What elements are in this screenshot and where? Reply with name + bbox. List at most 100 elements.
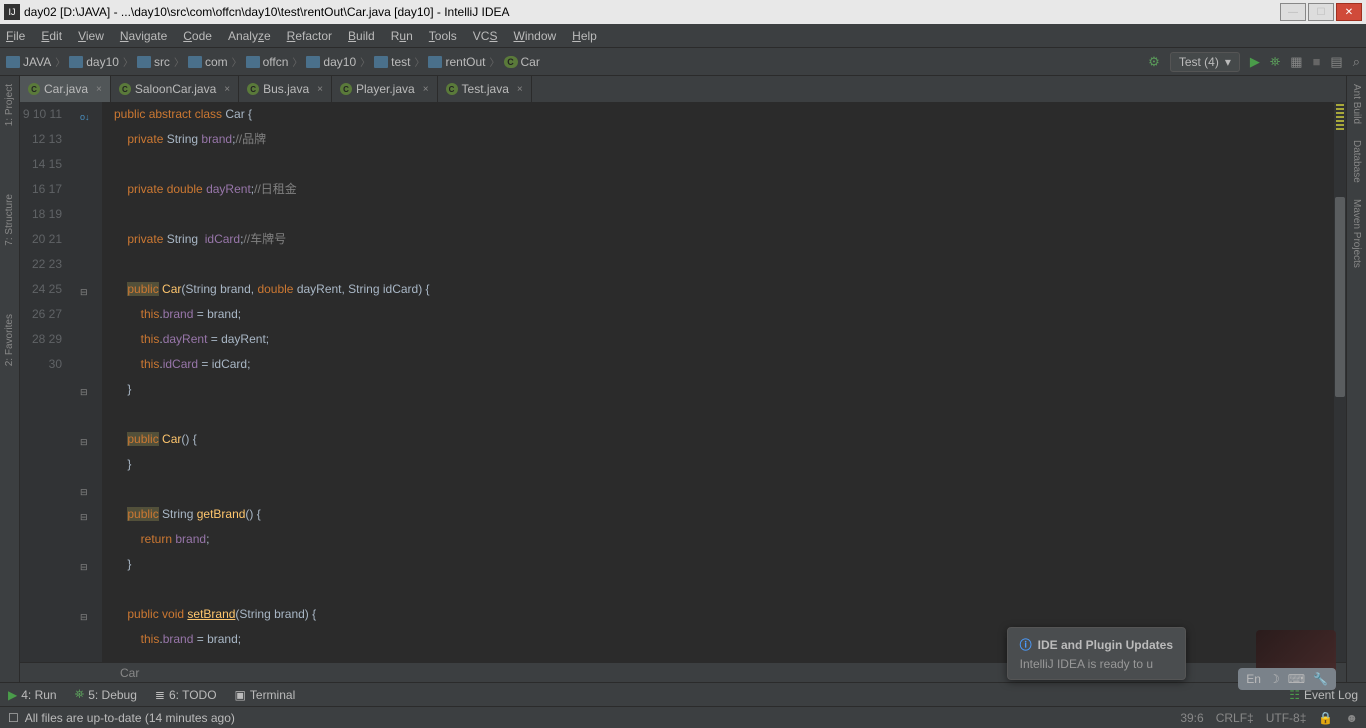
- tool-project[interactable]: 1: Project: [2, 80, 17, 130]
- ime-moon-icon[interactable]: ☽: [1269, 672, 1280, 686]
- menu-window[interactable]: Window: [513, 29, 556, 43]
- fold-icon[interactable]: ⊟: [80, 380, 88, 405]
- left-tool-stripe: 1: Project 7: Structure 2: Favorites: [0, 76, 20, 682]
- fold-icon[interactable]: ⊟: [80, 605, 88, 630]
- tool-ant[interactable]: Ant Build: [1349, 80, 1364, 128]
- status-icon[interactable]: ☐: [8, 711, 19, 725]
- titlebar: IJ day02 [D:\JAVA] - ...\day10\src\com\o…: [0, 0, 1366, 24]
- inspector-icon[interactable]: ☻: [1345, 711, 1358, 725]
- menu-help[interactable]: Help: [572, 29, 597, 43]
- ime-lang[interactable]: En: [1246, 672, 1261, 686]
- fold-icon[interactable]: ⊟: [80, 480, 88, 505]
- bottom-debug[interactable]: ⛯5: Debug: [75, 687, 137, 702]
- bottom-terminal[interactable]: ▣Terminal: [235, 688, 296, 702]
- close-icon[interactable]: ×: [423, 84, 429, 95]
- ime-wrench-icon[interactable]: 🔧: [1313, 672, 1328, 686]
- code-content[interactable]: public abstract class Car { private Stri…: [102, 102, 1334, 662]
- bc-offcn[interactable]: offcn: [246, 55, 289, 69]
- tab-player[interactable]: CPlayer.java×: [332, 76, 438, 102]
- close-icon[interactable]: ×: [224, 84, 230, 95]
- override-icon[interactable]: o↓: [80, 105, 90, 130]
- ime-keyboard-icon[interactable]: ⌨: [1288, 672, 1305, 686]
- close-icon[interactable]: ×: [317, 84, 323, 95]
- tab-bus[interactable]: CBus.java×: [239, 76, 332, 102]
- fold-icon[interactable]: ⊟: [80, 555, 88, 580]
- file-encoding[interactable]: UTF-8‡: [1266, 711, 1307, 725]
- menu-vcs[interactable]: VCS: [473, 29, 498, 43]
- folder-icon: [137, 56, 151, 68]
- bottom-run[interactable]: ▶4: Run: [8, 688, 57, 702]
- bc-rentout[interactable]: rentOut: [428, 55, 485, 69]
- tool-maven[interactable]: Maven Projects: [1349, 195, 1364, 272]
- class-icon: C: [119, 83, 131, 95]
- tool-database[interactable]: Database: [1349, 136, 1364, 187]
- status-right: 39:6 CRLF‡ UTF-8‡ 🔒 ☻: [1180, 711, 1358, 725]
- menu-view[interactable]: View: [78, 29, 104, 43]
- menu-run[interactable]: Run: [391, 29, 413, 43]
- build-icon[interactable]: ⚙: [1148, 54, 1160, 70]
- project-structure-icon[interactable]: ▤: [1330, 54, 1342, 70]
- chevron-down-icon: ▾: [1225, 55, 1231, 69]
- search-icon[interactable]: ⌕: [1353, 54, 1360, 70]
- menu-edit[interactable]: Edit: [41, 29, 62, 43]
- app-icon: IJ: [4, 4, 20, 20]
- fold-icon[interactable]: ⊟: [80, 430, 88, 455]
- menu-navigate[interactable]: Navigate: [120, 29, 167, 43]
- menu-file[interactable]: File: [6, 29, 25, 43]
- run-button[interactable]: ▶: [1250, 54, 1260, 70]
- play-icon: ▶: [8, 688, 17, 702]
- editor-body[interactable]: 9 10 11 12 13 14 15 16 17 18 19 20 21 22…: [20, 102, 1346, 662]
- bc-test[interactable]: test: [374, 55, 410, 69]
- debug-button[interactable]: ⛯: [1270, 54, 1280, 70]
- editor-area: CCar.java× CSaloonCar.java× CBus.java× C…: [20, 76, 1346, 682]
- status-left: ☐ All files are up-to-date (14 minutes a…: [8, 711, 1180, 725]
- editor-tabs: CCar.java× CSaloonCar.java× CBus.java× C…: [20, 76, 1346, 102]
- folder-icon: [6, 56, 20, 68]
- line-separator[interactable]: CRLF‡: [1216, 711, 1254, 725]
- update-notification[interactable]: ⓘIDE and Plugin Updates IntelliJ IDEA is…: [1007, 627, 1186, 680]
- tool-favorites[interactable]: 2: Favorites: [2, 310, 17, 370]
- tab-car[interactable]: CCar.java×: [20, 76, 111, 102]
- bc-src[interactable]: src: [137, 55, 170, 69]
- window-controls: — ☐ ✕: [1278, 3, 1362, 21]
- fold-gutter[interactable]: o↓ ⊟ ⊟ ⊟ ⊟ ⊟ ⊟ ⊟: [72, 102, 102, 662]
- bc-java[interactable]: JAVA: [6, 55, 51, 69]
- caret-position[interactable]: 39:6: [1180, 711, 1203, 725]
- run-config-selector[interactable]: Test (4) ▾: [1170, 52, 1240, 72]
- close-icon[interactable]: ×: [517, 84, 523, 95]
- scrollbar-thumb[interactable]: [1335, 197, 1345, 397]
- bc-day10b[interactable]: day10: [306, 55, 356, 69]
- bc-com[interactable]: com: [188, 55, 228, 69]
- close-button[interactable]: ✕: [1336, 3, 1362, 21]
- navbar: JAVA〉 day10〉 src〉 com〉 offcn〉 day10〉 tes…: [0, 48, 1366, 76]
- menu-tools[interactable]: Tools: [429, 29, 457, 43]
- class-icon: C: [247, 83, 259, 95]
- menu-refactor[interactable]: Refactor: [287, 29, 332, 43]
- ime-toolbar[interactable]: En ☽ ⌨ 🔧: [1238, 668, 1336, 690]
- bc-day10[interactable]: day10: [69, 55, 119, 69]
- tab-salooncar[interactable]: CSaloonCar.java×: [111, 76, 239, 102]
- menu-analyze[interactable]: Analyze: [228, 29, 271, 43]
- coverage-button[interactable]: ▦: [1290, 54, 1302, 70]
- bc-car[interactable]: CCar: [504, 55, 540, 69]
- window-title: day02 [D:\JAVA] - ...\day10\src\com\offc…: [24, 5, 1278, 19]
- menu-build[interactable]: Build: [348, 29, 375, 43]
- menu-code[interactable]: Code: [183, 29, 212, 43]
- right-tool-stripe: Ant Build Database Maven Projects: [1346, 76, 1366, 682]
- tab-test[interactable]: CTest.java×: [438, 76, 532, 102]
- tool-structure[interactable]: 7: Structure: [2, 190, 17, 250]
- class-icon: C: [340, 83, 352, 95]
- stop-button[interactable]: ■: [1313, 54, 1321, 69]
- close-icon[interactable]: ×: [96, 84, 102, 95]
- breadcrumb: JAVA〉 day10〉 src〉 com〉 offcn〉 day10〉 tes…: [6, 54, 1148, 69]
- bottom-todo[interactable]: ≣6: TODO: [155, 688, 217, 702]
- maximize-button[interactable]: ☐: [1308, 3, 1334, 21]
- fold-icon[interactable]: ⊟: [80, 280, 88, 305]
- minimize-button[interactable]: —: [1280, 3, 1306, 21]
- lock-icon[interactable]: 🔒: [1318, 711, 1333, 725]
- main-area: 1: Project 7: Structure 2: Favorites CCa…: [0, 76, 1366, 682]
- fold-icon[interactable]: ⊟: [80, 505, 88, 530]
- folder-icon: [246, 56, 260, 68]
- folder-icon: [188, 56, 202, 68]
- editor-scrollbar[interactable]: [1334, 102, 1346, 662]
